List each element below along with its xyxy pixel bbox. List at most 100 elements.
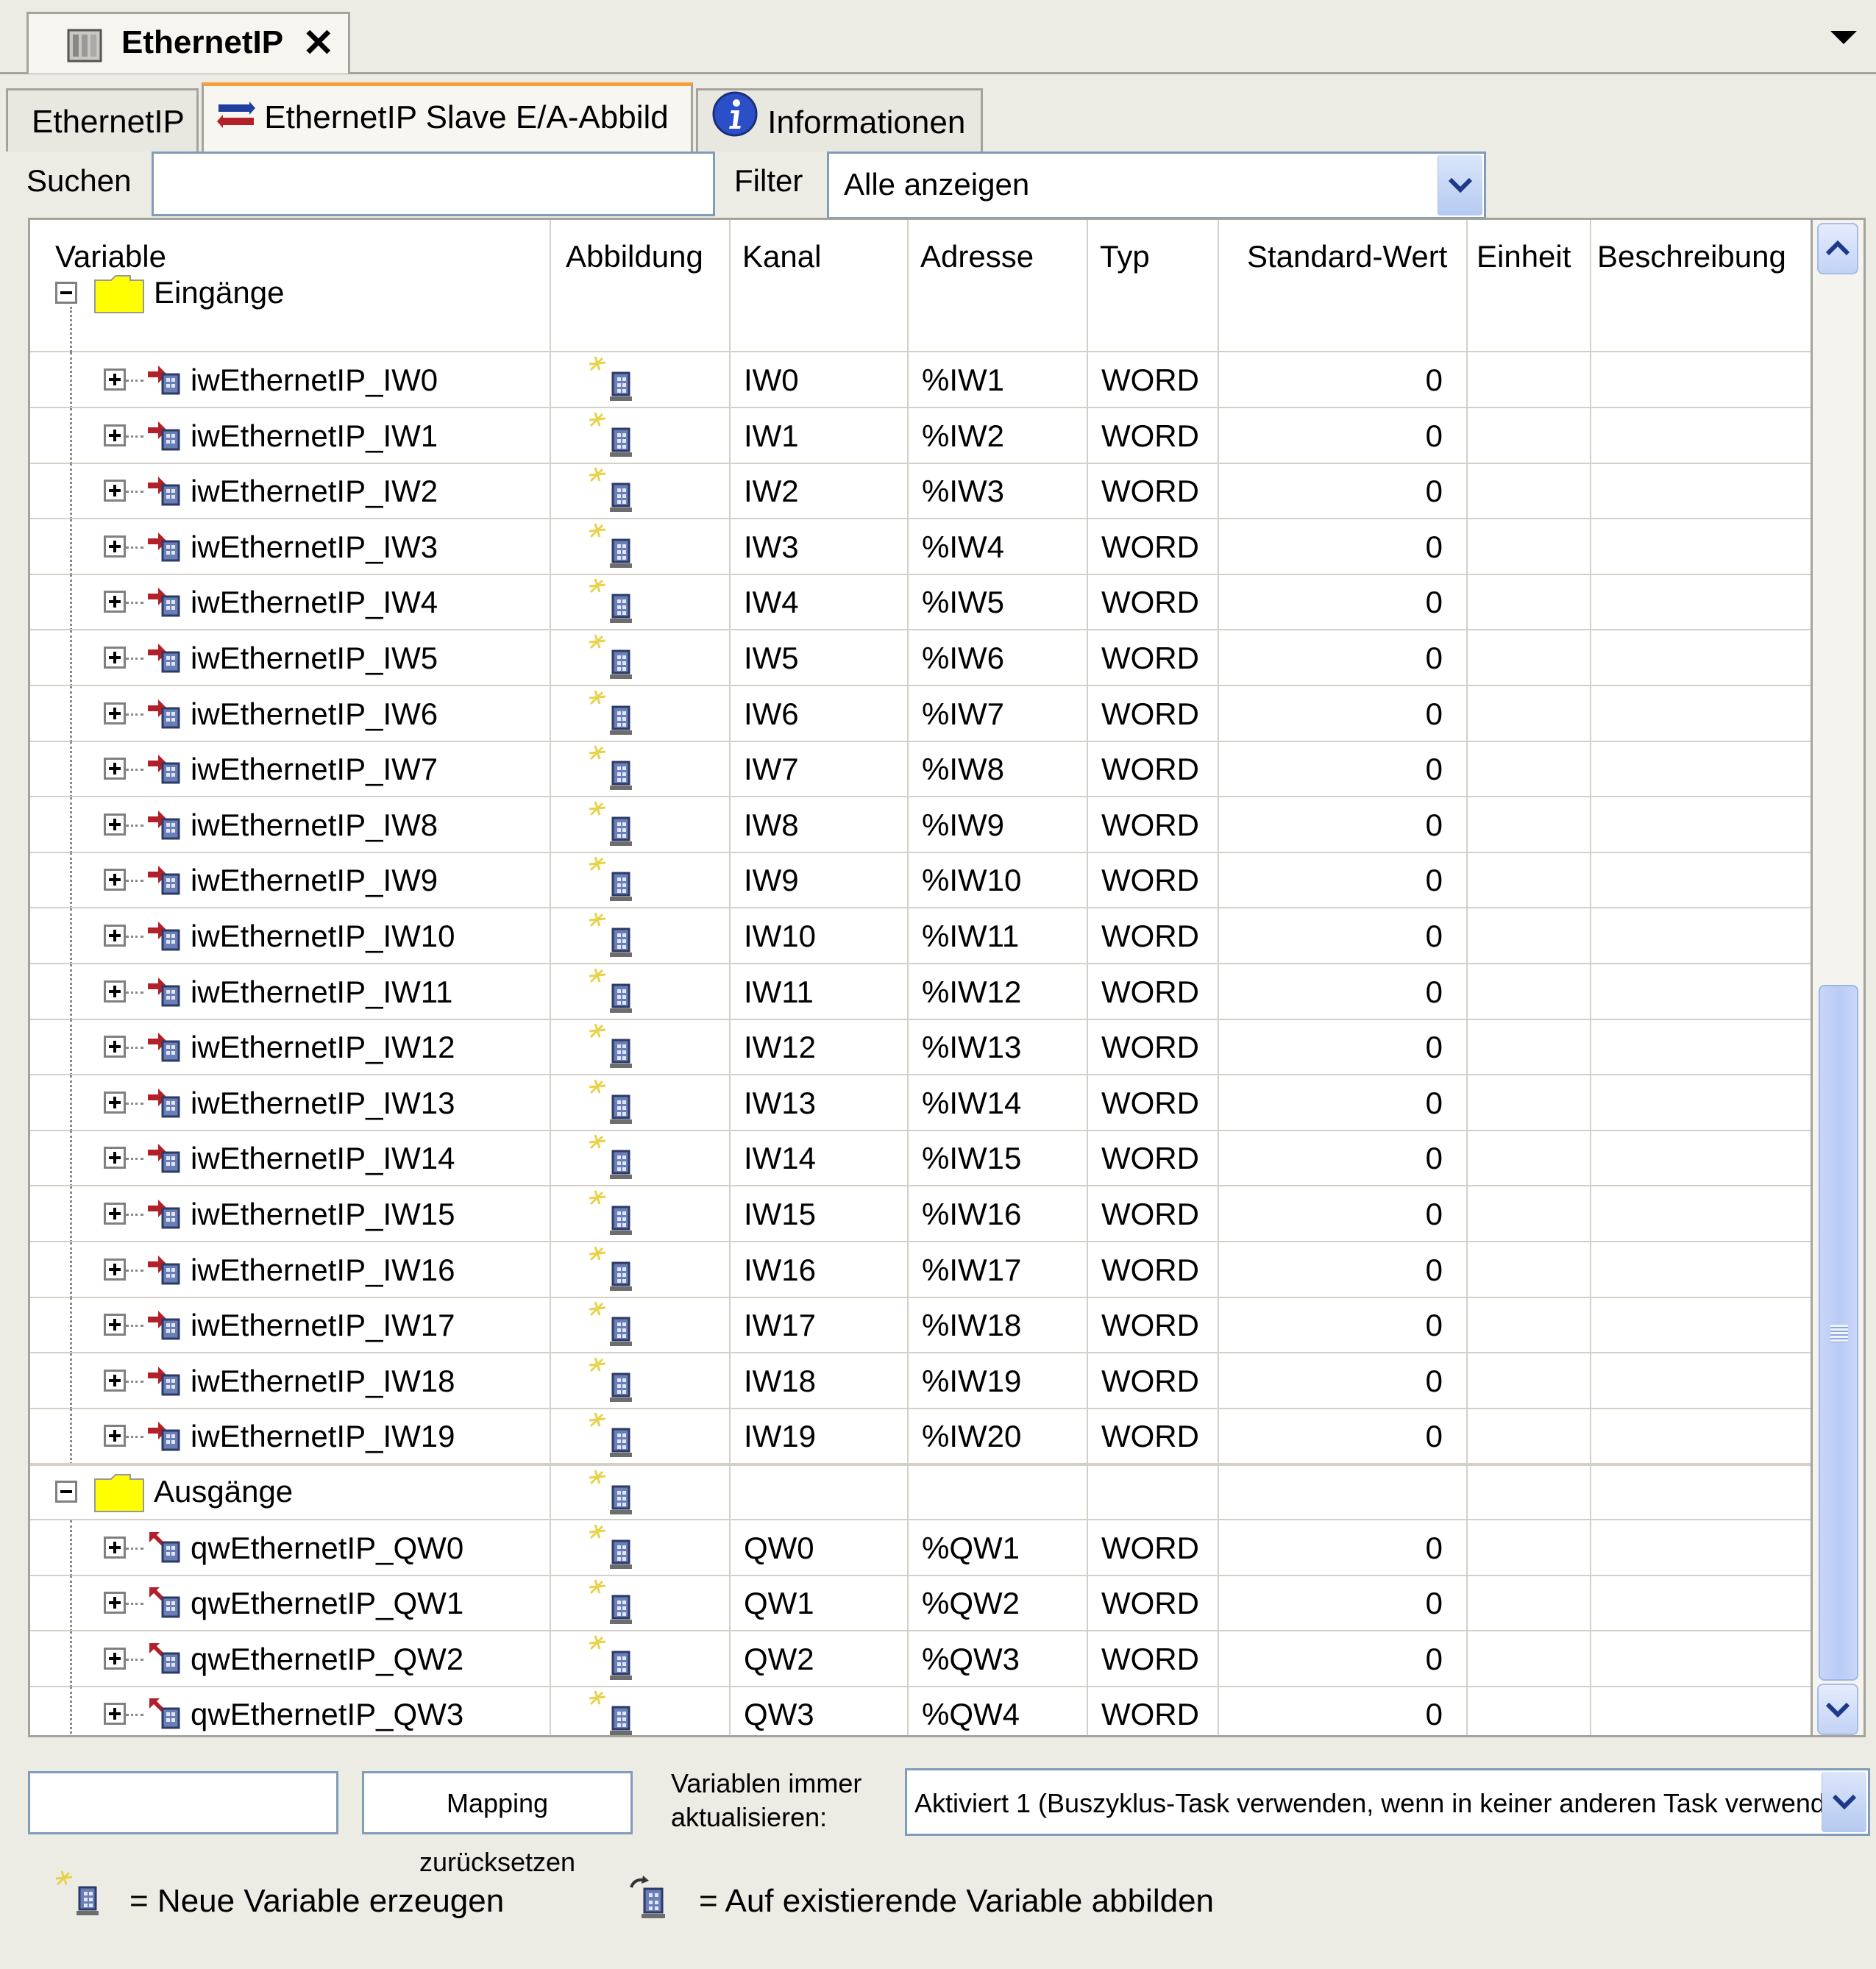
- adresse-value: %IW20: [922, 1419, 1022, 1453]
- table-row[interactable]: iwEthernetIP_IW14 IW14 %IW15 WORD 0: [30, 1131, 1811, 1186]
- table-row[interactable]: iwEthernetIP_IW12 IW12 %IW13 WORD 0: [30, 1019, 1811, 1075]
- group-row-ausgaenge[interactable]: Ausgänge: [30, 1464, 1811, 1520]
- expand-icon[interactable]: [104, 1314, 126, 1336]
- tab-slave-io-image[interactable]: EthernetIP Slave E/A-Abbild: [202, 82, 693, 152]
- new-variable-icon[interactable]: [588, 1299, 639, 1354]
- new-variable-icon[interactable]: [588, 799, 639, 854]
- expand-icon[interactable]: [104, 480, 126, 502]
- collapse-icon[interactable]: [55, 282, 77, 304]
- new-variable-icon[interactable]: [588, 1021, 639, 1076]
- new-variable-icon[interactable]: [588, 1410, 639, 1465]
- close-icon[interactable]: ✕: [302, 24, 335, 63]
- expand-icon[interactable]: [104, 1258, 126, 1281]
- variable-name: qwEthernetIP_QW2: [191, 1642, 464, 1676]
- table-row[interactable]: iwEthernetIP_IW17 IW17 %IW18 WORD 0: [30, 1297, 1811, 1353]
- new-variable-icon[interactable]: [588, 410, 639, 465]
- table-row[interactable]: qwEthernetIP_QW1 QW1 %QW2 WORD 0: [30, 1575, 1811, 1631]
- table-row[interactable]: iwEthernetIP_IW5 IW5 %IW6 WORD 0: [30, 630, 1811, 686]
- new-variable-icon[interactable]: [588, 1188, 639, 1243]
- expand-icon[interactable]: [104, 925, 126, 947]
- table-row[interactable]: iwEthernetIP_IW19 IW19 %IW20 WORD 0: [30, 1409, 1811, 1464]
- search-input[interactable]: [152, 152, 715, 216]
- new-variable-icon[interactable]: [588, 632, 639, 687]
- new-variable-icon[interactable]: [588, 688, 639, 743]
- expand-icon[interactable]: [104, 758, 126, 780]
- table-row[interactable]: iwEthernetIP_IW2 IW2 %IW3 WORD 0: [30, 463, 1811, 519]
- table-row[interactable]: iwEthernetIP_IW6 IW6 %IW7 WORD 0: [30, 686, 1811, 742]
- variable-name: iwEthernetIP_IW6: [191, 697, 438, 731]
- expand-icon[interactable]: [104, 424, 126, 446]
- tab-informationen[interactable]: Informationen: [696, 88, 983, 152]
- expand-icon[interactable]: [104, 1425, 126, 1447]
- expand-icon[interactable]: [104, 1592, 126, 1614]
- filter-select[interactable]: Alle anzeigen: [827, 152, 1486, 219]
- table-row[interactable]: iwEthernetIP_IW4 IW4 %IW5 WORD 0: [30, 574, 1811, 630]
- new-variable-icon[interactable]: [588, 1355, 639, 1410]
- mapping-reset-button[interactable]: Mapping zurücksetzen: [362, 1771, 633, 1877]
- chevron-down-icon[interactable]: [1438, 155, 1482, 216]
- expand-icon[interactable]: [104, 1036, 126, 1058]
- new-variable-icon[interactable]: [588, 1577, 639, 1632]
- table-row[interactable]: qwEthernetIP_QW2 QW2 %QW3 WORD 0: [30, 1631, 1811, 1687]
- new-variable-icon[interactable]: [588, 910, 639, 965]
- scroll-down-icon[interactable]: [1817, 1684, 1858, 1735]
- expand-icon[interactable]: [104, 1648, 126, 1670]
- table-row[interactable]: iwEthernetIP_IW7 IW7 %IW8 WORD 0: [30, 741, 1811, 797]
- expand-icon[interactable]: [104, 535, 126, 558]
- new-variable-icon[interactable]: [588, 1467, 639, 1523]
- table-row[interactable]: iwEthernetIP_IW18 IW18 %IW19 WORD 0: [30, 1353, 1811, 1409]
- new-variable-icon[interactable]: [588, 1077, 639, 1132]
- table-row[interactable]: iwEthernetIP_IW1 IW1 %IW2 WORD 0: [30, 408, 1811, 464]
- scroll-up-icon[interactable]: [1817, 223, 1858, 274]
- tree-line: [126, 1381, 143, 1383]
- new-variable-icon[interactable]: [588, 854, 639, 909]
- expand-icon[interactable]: [104, 702, 126, 724]
- table-row[interactable]: iwEthernetIP_IW9 IW9 %IW10 WORD 0: [30, 852, 1811, 908]
- new-variable-icon[interactable]: [588, 743, 639, 798]
- expand-icon[interactable]: [104, 1092, 126, 1114]
- table-row[interactable]: iwEthernetIP_IW13 IW13 %IW14 WORD 0: [30, 1075, 1811, 1131]
- grip-icon: [1830, 1325, 1848, 1342]
- table-row[interactable]: iwEthernetIP_IW0 IW0 %IW1 WORD 0: [30, 352, 1811, 408]
- blank-field[interactable]: [28, 1771, 338, 1834]
- expand-icon[interactable]: [104, 368, 126, 391]
- expand-icon[interactable]: [104, 647, 126, 669]
- update-variables-select[interactable]: Aktiviert 1 (Buszyklus-Task verwenden, w…: [905, 1768, 1870, 1836]
- table-row[interactable]: iwEthernetIP_IW11 IW11 %IW12 WORD 0: [30, 964, 1811, 1020]
- new-variable-icon[interactable]: [588, 354, 639, 409]
- table-row[interactable]: iwEthernetIP_IW16 IW16 %IW17 WORD 0: [30, 1242, 1811, 1298]
- table-row[interactable]: iwEthernetIP_IW3 IW3 %IW4 WORD 0: [30, 519, 1811, 575]
- new-variable-icon[interactable]: [588, 576, 639, 631]
- tab-ethernetip[interactable]: EthernetIP: [6, 88, 199, 152]
- vertical-scrollbar[interactable]: [1813, 218, 1866, 1737]
- new-variable-icon[interactable]: [588, 465, 639, 520]
- new-variable-icon[interactable]: [588, 1132, 639, 1187]
- expand-icon[interactable]: [104, 1537, 126, 1559]
- table-row[interactable]: iwEthernetIP_IW10 IW10 %IW11 WORD 0: [30, 908, 1811, 964]
- new-variable-icon[interactable]: [588, 966, 639, 1021]
- table-row[interactable]: qwEthernetIP_QW0 QW0 %QW1 WORD 0: [30, 1520, 1811, 1576]
- table-row[interactable]: iwEthernetIP_IW15 IW15 %IW16 WORD 0: [30, 1186, 1811, 1242]
- expand-icon[interactable]: [104, 591, 126, 613]
- new-variable-icon[interactable]: [588, 1522, 639, 1577]
- new-variable-icon[interactable]: [588, 1688, 639, 1735]
- expand-icon[interactable]: [104, 1203, 126, 1225]
- scrollbar-thumb[interactable]: [1819, 985, 1858, 1681]
- group-row-eingaenge[interactable]: Eingänge: [30, 266, 1811, 321]
- new-variable-icon[interactable]: [588, 1633, 639, 1688]
- table-row[interactable]: qwEthernetIP_QW3 QW3 %QW4 WORD 0: [30, 1687, 1811, 1735]
- new-variable-icon[interactable]: [588, 1244, 639, 1299]
- table-row[interactable]: iwEthernetIP_IW8 IW8 %IW9 WORD 0: [30, 797, 1811, 853]
- expand-icon[interactable]: [104, 1147, 126, 1169]
- expand-icon[interactable]: [104, 1370, 126, 1392]
- expand-icon[interactable]: [104, 1703, 126, 1725]
- expand-icon[interactable]: [104, 869, 126, 891]
- expand-icon[interactable]: [104, 813, 126, 836]
- chevron-down-icon[interactable]: [1822, 1772, 1866, 1832]
- standard-wert-value: 0: [1425, 1086, 1443, 1120]
- collapse-icon[interactable]: [55, 1481, 77, 1503]
- window-menu-arrow-icon[interactable]: [1830, 31, 1857, 44]
- new-variable-icon[interactable]: [588, 521, 639, 576]
- editor-tab-ethernetip[interactable]: EthernetIP ✕: [26, 12, 350, 74]
- expand-icon[interactable]: [104, 980, 126, 1003]
